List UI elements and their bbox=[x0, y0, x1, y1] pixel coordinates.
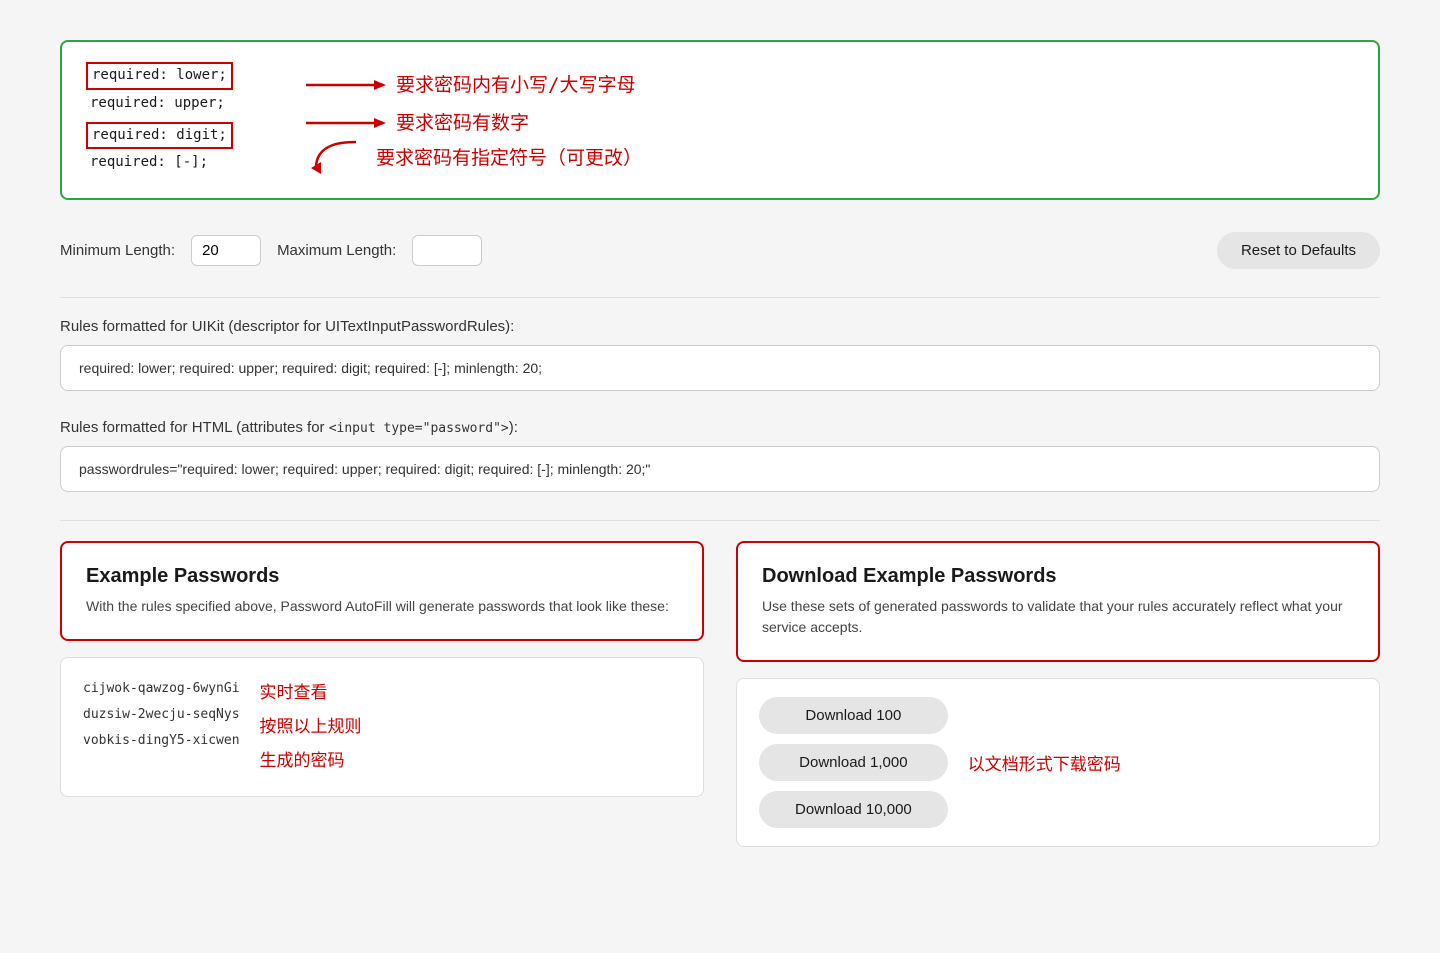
example-passwords-title: Example Passwords bbox=[86, 565, 678, 588]
label-lower-upper: 要求密码内有小写/大写字母 bbox=[396, 69, 635, 101]
max-length-label: Maximum Length: bbox=[277, 242, 396, 259]
download-100-button[interactable]: Download 100 bbox=[759, 697, 948, 734]
example-passwords-box: Example Passwords With the rules specifi… bbox=[60, 541, 704, 641]
download-passwords-box: Download Example Passwords Use these set… bbox=[736, 541, 1380, 662]
example-passwords-col: Example Passwords With the rules specifi… bbox=[60, 541, 704, 847]
realtime-label: 实时查看 按照以上规则 生成的密码 bbox=[260, 676, 362, 778]
download-passwords-col: Download Example Passwords Use these set… bbox=[736, 541, 1380, 847]
download-inner: Download 100 Download 1,000 Download 10,… bbox=[759, 697, 1357, 828]
divider-2 bbox=[60, 520, 1380, 521]
code-line-symbol: required: [-]; bbox=[86, 151, 212, 175]
password-list-inner: cijwok-qawzog-6wynGi duzsiw-2wecju-seqNy… bbox=[83, 676, 681, 778]
arrow-right-2-icon bbox=[306, 113, 386, 133]
download-10000-button[interactable]: Download 10,000 bbox=[759, 791, 948, 828]
download-1000-button[interactable]: Download 1,000 bbox=[759, 744, 948, 781]
arrow-down-left-icon bbox=[306, 138, 366, 178]
password-item-3: vobkis-dingY5-xicwen bbox=[83, 728, 240, 754]
reset-to-defaults-button[interactable]: Reset to Defaults bbox=[1217, 232, 1380, 269]
html-value: passwordrules="required: lower; required… bbox=[60, 446, 1380, 492]
code-block: required: lower; required: upper; requir… bbox=[86, 62, 1354, 178]
download-buttons: Download 100 Download 1,000 Download 10,… bbox=[759, 697, 948, 828]
password-items: cijwok-qawzog-6wynGi duzsiw-2wecju-seqNy… bbox=[83, 676, 240, 754]
code-line-upper: required: upper; bbox=[86, 92, 229, 116]
code-line-digit: required: digit; bbox=[86, 122, 233, 150]
password-item-1: cijwok-qawzog-6wynGi bbox=[83, 676, 240, 702]
label-digit: 要求密码有数字 bbox=[396, 107, 529, 139]
html-rules-section: Rules formatted for HTML (attributes for… bbox=[60, 419, 1380, 492]
example-passwords-description: With the rules specified above, Password… bbox=[86, 596, 678, 617]
min-length-label: Minimum Length: bbox=[60, 242, 175, 259]
annotation-box: required: lower; required: upper; requir… bbox=[60, 40, 1380, 200]
uikit-rules-section: Rules formatted for UIKit (descriptor fo… bbox=[60, 318, 1380, 391]
download-passwords-title: Download Example Passwords bbox=[762, 565, 1354, 588]
divider-1 bbox=[60, 297, 1380, 298]
length-row: Minimum Length: Maximum Length: Reset to… bbox=[60, 232, 1380, 269]
download-passwords-description: Use these sets of generated passwords to… bbox=[762, 596, 1354, 638]
max-length-input[interactable] bbox=[412, 235, 482, 266]
uikit-value: required: lower; required: upper; requir… bbox=[60, 345, 1380, 391]
password-list-box: cijwok-qawzog-6wynGi duzsiw-2wecju-seqNy… bbox=[60, 657, 704, 797]
label-symbol: 要求密码有指定符号（可更改） bbox=[376, 142, 642, 174]
two-col-headers: Example Passwords With the rules specifi… bbox=[60, 541, 1380, 847]
password-item-2: duzsiw-2wecju-seqNys bbox=[83, 702, 240, 728]
code-line-lower: required: lower; bbox=[86, 62, 233, 90]
download-note: 以文档形式下载密码 bbox=[968, 750, 1121, 775]
uikit-label: Rules formatted for UIKit (descriptor fo… bbox=[60, 318, 1380, 335]
min-length-input[interactable] bbox=[191, 235, 261, 266]
arrow-right-1-icon bbox=[306, 75, 386, 95]
download-box: Download 100 Download 1,000 Download 10,… bbox=[736, 678, 1380, 847]
html-label: Rules formatted for HTML (attributes for… bbox=[60, 419, 1380, 436]
